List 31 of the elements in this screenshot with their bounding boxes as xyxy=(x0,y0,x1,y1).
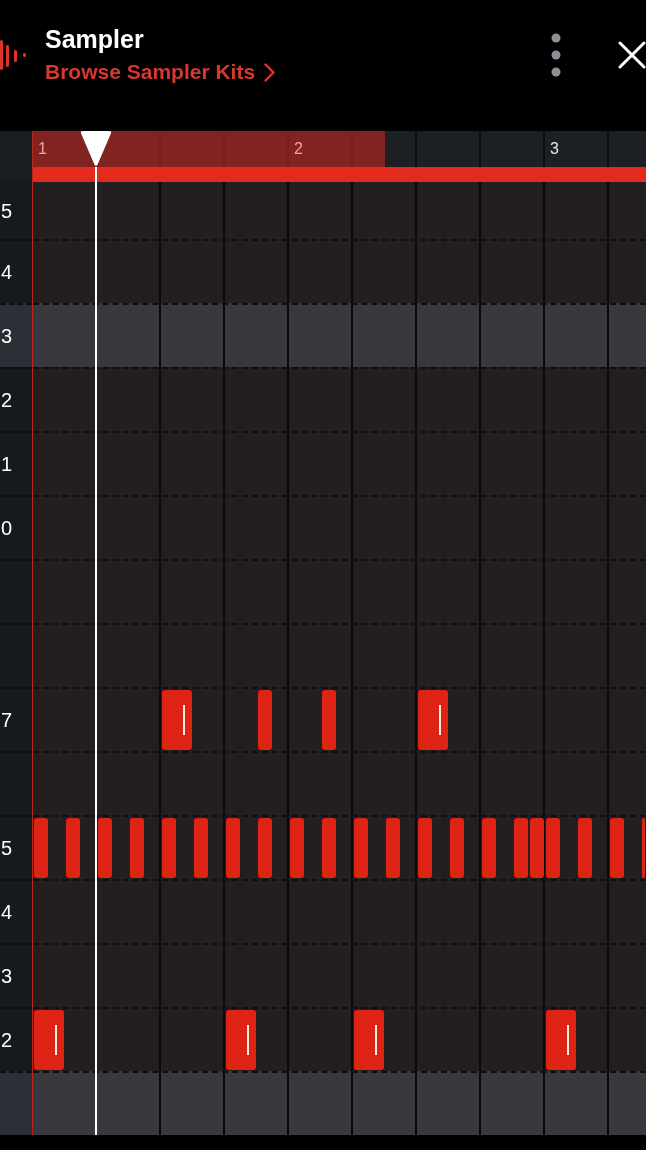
note[interactable] xyxy=(162,690,192,750)
row-label: 5 xyxy=(0,198,12,224)
more-options-icon[interactable] xyxy=(551,33,561,77)
playhead-handle[interactable] xyxy=(80,131,113,167)
row-label: 5 xyxy=(0,836,12,861)
row-label: 2 xyxy=(0,1028,12,1053)
row-label: 7 xyxy=(0,708,12,733)
waveform-logo-icon xyxy=(0,40,27,70)
note[interactable] xyxy=(546,1010,576,1070)
loop-region[interactable] xyxy=(33,131,385,167)
row-label: 4 xyxy=(0,900,12,925)
row-label: 3 xyxy=(0,964,12,989)
close-icon[interactable] xyxy=(618,41,646,69)
row-label: 3 xyxy=(0,324,12,349)
note[interactable] xyxy=(226,1010,256,1070)
timeline-ruler[interactable]: 1 2 3 xyxy=(33,131,646,167)
note-lane[interactable] xyxy=(33,687,646,751)
row-label: 1 xyxy=(0,452,12,477)
bar-number: 2 xyxy=(294,139,303,159)
row-label: 4 xyxy=(0,260,12,285)
note[interactable] xyxy=(418,690,448,750)
note-lane[interactable] xyxy=(33,1007,646,1071)
bar-number: 1 xyxy=(38,139,47,159)
note[interactable] xyxy=(354,1010,384,1070)
bar-number: 3 xyxy=(550,139,559,159)
row-label: 0 xyxy=(0,516,12,541)
browse-kits-link[interactable]: Browse Sampler Kits xyxy=(45,59,276,85)
app-title: Sampler xyxy=(45,24,145,54)
chevron-right-icon xyxy=(264,62,276,82)
row-label: 2 xyxy=(0,388,12,413)
note[interactable] xyxy=(34,1010,64,1070)
